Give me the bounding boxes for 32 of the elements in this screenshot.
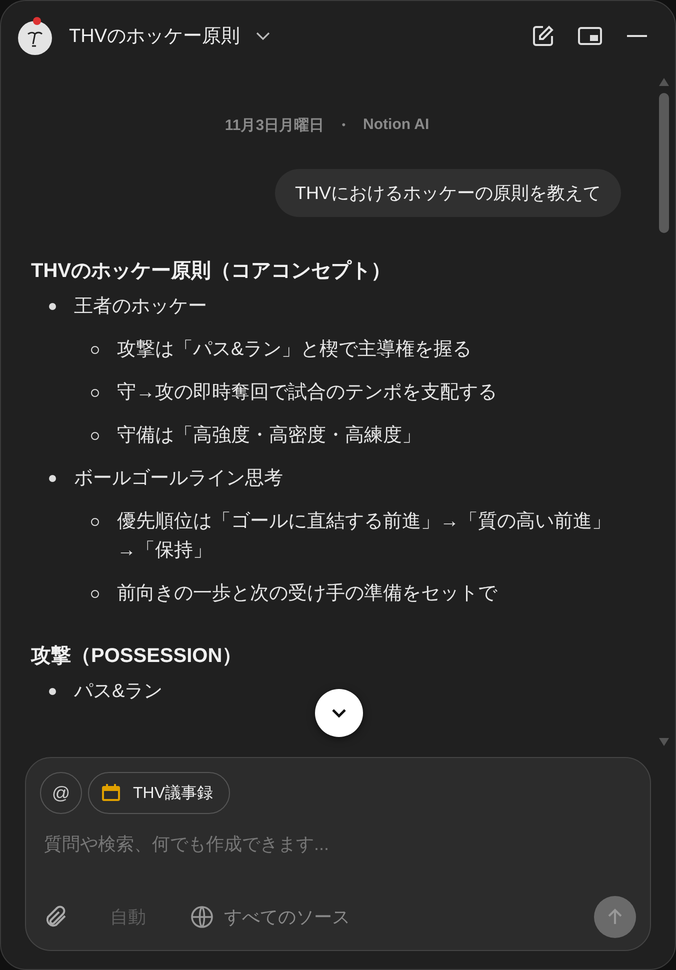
user-message: THVにおけるホッケーの原則を教えて: [275, 169, 621, 217]
scrollbar-thumb[interactable]: [659, 93, 669, 233]
bullet-icon: [49, 475, 56, 482]
list-item: 守備は「高強度・高密度・高練度」: [117, 424, 421, 448]
calendar-icon: [101, 783, 121, 803]
author-label: Notion AI: [363, 116, 430, 135]
list-item: 攻撃は「パス&ラン」と楔で主導権を握る: [117, 338, 472, 362]
bullet-icon: [91, 518, 99, 526]
bullet-icon: [49, 303, 56, 310]
bullet-icon: [91, 590, 99, 598]
bullet-icon: [91, 432, 99, 440]
list-item: 優先順位は「ゴールに直結する前進」→「質の高い前進」→「保持」: [117, 510, 612, 563]
sources-selector[interactable]: すべてのソース: [184, 904, 356, 930]
bullet-icon: [49, 688, 56, 695]
chat-title[interactable]: THVのホッケー原則: [69, 23, 240, 49]
list-item: パス&ラン: [74, 680, 163, 704]
list-item: 前向きの一歩と次の受け手の準備をセットで: [117, 582, 497, 606]
globe-icon: [190, 905, 214, 929]
avatar-face-icon[interactable]: [15, 16, 55, 56]
date-label: 11月3日月曜日: [224, 116, 324, 135]
prompt-input[interactable]: 質問や検索、何でも作成できます...: [40, 834, 636, 855]
separator-dot: ・: [336, 116, 352, 135]
mention-button[interactable]: @: [40, 772, 82, 814]
bullet-icon: [91, 346, 99, 354]
bullet-icon: [91, 389, 99, 397]
scroll-to-bottom-button[interactable]: [315, 689, 363, 737]
section-heading: THVのホッケー原則（コアコンセプト）: [31, 258, 392, 284]
list-item: 王者のホッケー: [74, 295, 207, 319]
list-item: ボールゴールライン思考: [74, 467, 283, 491]
context-chip[interactable]: THV議事録: [88, 772, 230, 814]
list-item: 守→攻の即時奪回で試合のテンポを支配する: [117, 381, 497, 405]
section-heading: 攻撃（POSSESSION）: [31, 644, 244, 669]
